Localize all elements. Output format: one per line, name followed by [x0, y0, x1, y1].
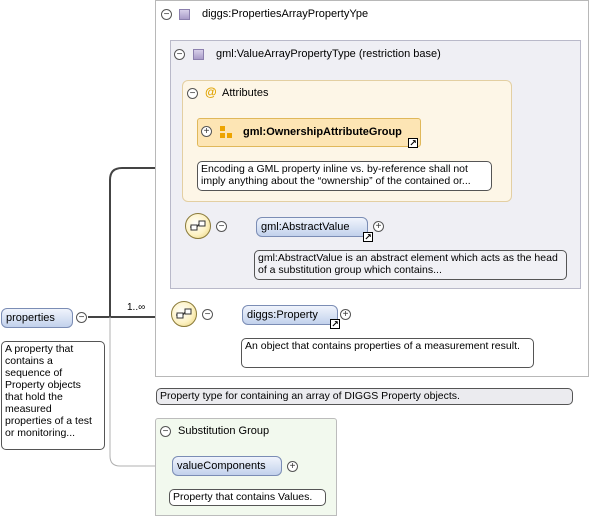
- collapse-base-type-button[interactable]: −: [174, 49, 185, 60]
- sequence-compositor-icon[interactable]: [185, 213, 211, 239]
- diggs-property-element[interactable]: diggs:Property: [242, 305, 338, 325]
- collapse-substitution-group-button[interactable]: −: [160, 426, 171, 437]
- value-components-element[interactable]: valueComponents: [172, 456, 282, 476]
- expand-diggs-property-button[interactable]: +: [340, 309, 351, 320]
- abstract-value-element[interactable]: gml:AbstractValue: [256, 217, 368, 237]
- complex-type-title: diggs:PropertiesArrayPropertyYpe: [202, 8, 369, 20]
- attribute-group-doc: Encoding a GML property inline vs. by-re…: [197, 161, 492, 191]
- attributes-title: Attributes: [222, 87, 269, 99]
- value-components-label: valueComponents: [177, 460, 266, 472]
- complex-type-icon: [179, 9, 190, 20]
- attribute-group-icon: [220, 126, 232, 138]
- attribute-at-icon: @: [205, 85, 217, 99]
- collapse-sequence-button[interactable]: −: [216, 221, 227, 232]
- collapse-complex-type-button[interactable]: −: [161, 9, 172, 20]
- complex-type-doc: Property type for containing an array of…: [156, 388, 573, 405]
- abstract-value-link-icon[interactable]: ↗: [363, 232, 373, 242]
- expand-abstract-value-button[interactable]: +: [373, 221, 384, 232]
- properties-doc: A property that contains a sequence of P…: [1, 341, 105, 450]
- properties-element[interactable]: properties: [1, 308, 73, 328]
- diggs-property-label: diggs:Property: [247, 309, 318, 321]
- attribute-group-label[interactable]: gml:OwnershipAttributeGroup: [243, 126, 402, 138]
- expand-attribute-group-button[interactable]: +: [201, 126, 212, 137]
- sequence-cardinality: 1..∞: [127, 302, 146, 313]
- properties-label: properties: [6, 312, 55, 324]
- collapse-property-sequence-button[interactable]: −: [202, 309, 213, 320]
- attribute-group-link-icon[interactable]: ↗: [408, 138, 418, 148]
- value-components-doc: Property that contains Values.: [169, 489, 326, 506]
- expand-value-components-button[interactable]: +: [287, 461, 298, 472]
- diggs-property-doc: An object that contains properties of a …: [241, 338, 534, 368]
- substitution-group-title: Substitution Group: [178, 425, 270, 437]
- abstract-value-doc: gml:AbstractValue is an abstract element…: [254, 250, 567, 280]
- abstract-value-label: gml:AbstractValue: [261, 221, 350, 233]
- base-type-icon: [193, 49, 204, 60]
- collapse-properties-button[interactable]: −: [76, 312, 87, 323]
- diggs-property-link-icon[interactable]: ↗: [330, 319, 340, 329]
- base-type-title: gml:ValueArrayPropertyType (restriction …: [216, 48, 441, 60]
- collapse-attributes-button[interactable]: −: [187, 88, 198, 99]
- property-sequence-icon[interactable]: [171, 301, 197, 327]
